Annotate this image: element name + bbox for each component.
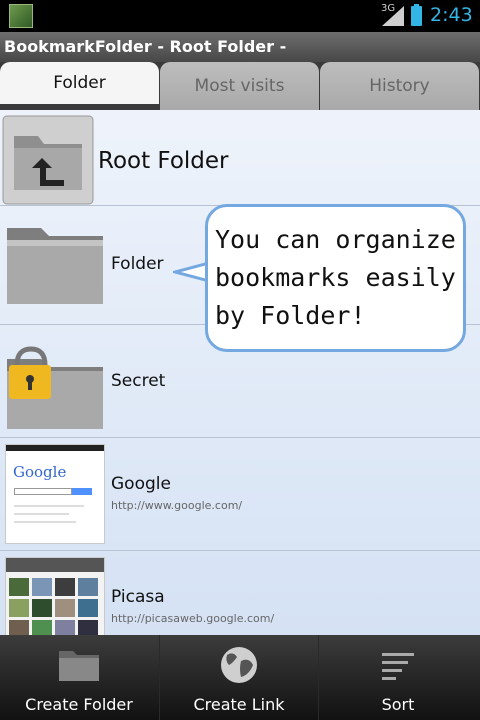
create-folder-button[interactable]: Create Folder [0, 635, 158, 720]
list-item-url: http://picasaweb.google.com/ [111, 612, 275, 625]
create-folder-label: Create Folder [25, 695, 133, 714]
tab-folder[interactable]: Folder [0, 62, 159, 110]
root-folder-label: Root Folder [98, 148, 229, 174]
bottom-action-bar: Create Folder Create Link Sort [0, 635, 480, 720]
globe-icon [221, 647, 257, 683]
create-link-label: Create Link [193, 695, 285, 714]
page-thumbnail: Google [5, 444, 105, 544]
folder-icon [59, 651, 99, 681]
folder-up-icon [2, 115, 94, 205]
status-bar: 3G 2:43 [0, 0, 480, 32]
sort-button[interactable]: Sort [318, 635, 477, 720]
app-title: BookmarkFolder - Root Folder - [4, 37, 287, 56]
battery-icon [411, 4, 422, 26]
signal-icon [382, 6, 404, 26]
app-notification-icon [9, 4, 33, 28]
list-item-label: Google [111, 474, 171, 494]
list-item-root-folder[interactable]: Root Folder [0, 110, 480, 206]
create-link-button[interactable]: Create Link [159, 635, 318, 720]
sort-label: Sort [381, 695, 415, 714]
tab-bar: Folder Most visits History [0, 62, 480, 110]
list-item-label: Folder [111, 254, 164, 274]
list-item[interactable]: Picasa http://picasaweb.google.com/ [0, 551, 480, 635]
tab-most-visits[interactable]: Most visits [160, 62, 319, 110]
list-item-label: Secret [111, 371, 166, 391]
list-item[interactable]: Google Google http://www.google.com/ [0, 438, 480, 551]
folder-icon [7, 228, 103, 304]
locked-folder-icon [7, 346, 103, 429]
bookmark-list: Root Folder Folder Secret Google Google … [0, 110, 480, 635]
callout-text: You can organize bookmarks easily by Fol… [215, 225, 456, 330]
list-item-label: Picasa [111, 587, 165, 607]
page-thumbnail [5, 557, 105, 635]
tab-history[interactable]: History [320, 62, 479, 110]
clock: 2:43 [430, 4, 473, 26]
list-item-url: http://www.google.com/ [111, 499, 243, 512]
title-bar: BookmarkFolder - Root Folder - [0, 32, 480, 62]
sort-icon [382, 653, 414, 680]
google-logo: Google [13, 463, 67, 481]
